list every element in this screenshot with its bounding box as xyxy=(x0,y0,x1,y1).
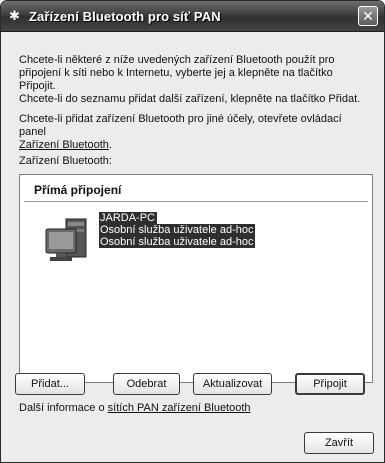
group-divider xyxy=(24,201,368,202)
devices-label: Zařízení Bluetooth: xyxy=(19,155,112,167)
other-purposes-text: Chcete-li přidat zařízení Bluetooth pro … xyxy=(19,113,369,152)
connect-button[interactable]: Připojit xyxy=(295,373,365,395)
close-button[interactable]: Zavřít xyxy=(304,432,374,454)
group-header-direct-connections: Přímá připojení xyxy=(34,183,122,197)
bluetooth-device-list[interactable]: Přímá připojení JARDA-PC Osobní služba u… xyxy=(19,174,373,383)
device-service-2: Osobní služba uživatele ad-hoc xyxy=(99,236,256,248)
intro-line-1: Chcete-li některé z níže uvedených zaříz… xyxy=(19,54,335,66)
intro-line-2: připojení k síti nebo k Internetu, vyber… xyxy=(19,67,333,92)
more-info-prefix: Další informace o xyxy=(19,402,108,414)
device-service-1: Osobní služba uživatele ad-hoc xyxy=(99,224,256,236)
intro-text: Chcete-li některé z níže uvedených zaříz… xyxy=(19,54,369,106)
device-name: JARDA-PC xyxy=(99,212,158,224)
title-bar[interactable]: ✱ Zařízení Bluetooth pro síť PAN ✕ xyxy=(1,1,384,32)
bluetooth-devices-control-panel-link[interactable]: Zařízení Bluetooth xyxy=(19,139,109,151)
device-labels: JARDA-PC Osobní služba uživatele ad-hoc … xyxy=(99,212,256,248)
intro-line-3: Chcete-li do seznamu přidat další zaříze… xyxy=(19,93,361,105)
computer-icon xyxy=(45,218,87,261)
window-title: Zařízení Bluetooth pro síť PAN xyxy=(29,9,221,24)
dialog-body: Chcete-li některé z níže uvedených zaříz… xyxy=(5,32,380,458)
close-window-button[interactable]: ✕ xyxy=(358,6,378,26)
other-purposes-line-1: Chcete-li přidat zařízení Bluetooth pro … xyxy=(19,113,342,138)
remove-button[interactable]: Odebrat xyxy=(113,373,180,395)
other-purposes-suffix: . xyxy=(108,139,112,151)
bluetooth-pan-info-link[interactable]: sítích PAN zařízení Bluetooth xyxy=(108,402,251,414)
bluetooth-icon: ✱ xyxy=(9,8,20,23)
more-info-text: Další informace o sítích PAN zařízení Bl… xyxy=(19,402,369,415)
add-button[interactable]: Přidat... xyxy=(15,373,85,395)
bluetooth-pan-dialog: ✱ Zařízení Bluetooth pro síť PAN ✕ Chcet… xyxy=(0,0,385,463)
refresh-button[interactable]: Aktualizovat xyxy=(193,373,272,395)
